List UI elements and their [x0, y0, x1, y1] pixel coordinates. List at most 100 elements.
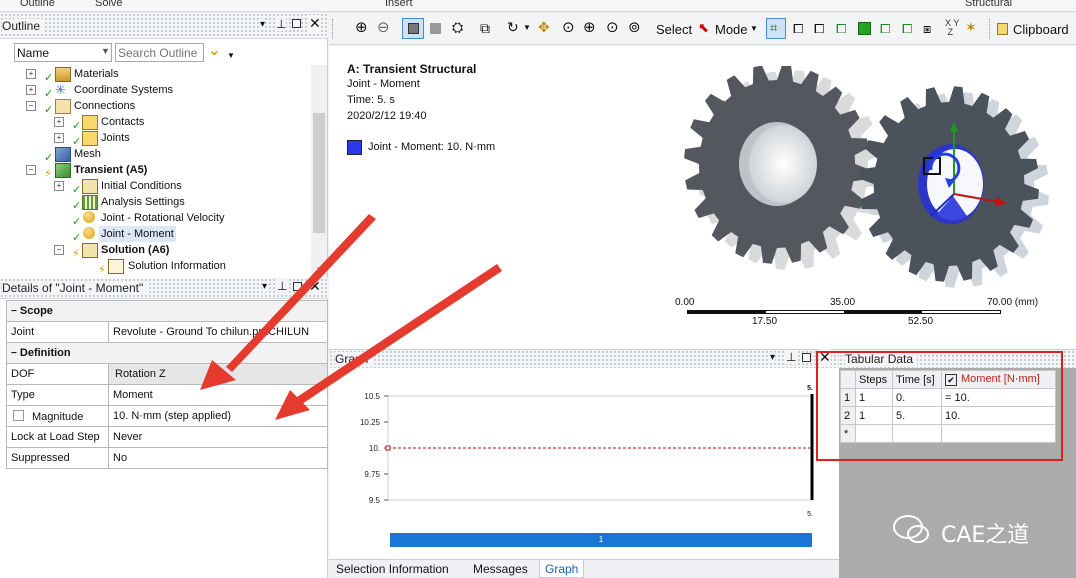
- details-row-joint[interactable]: Joint Revolute - Ground To chilun.prt\CH…: [6, 321, 329, 343]
- outline-filter-dropdown[interactable]: Name ▼: [14, 43, 112, 62]
- joint-value[interactable]: Revolute - Ground To chilun.prt\CHILUN: [107, 321, 329, 343]
- suppressed-value[interactable]: No: [107, 447, 329, 469]
- pin-icon[interactable]: ⊥: [277, 279, 288, 293]
- initial-conditions-icon: [82, 179, 98, 194]
- edge-select-icon[interactable]: ⧠: [793, 21, 803, 37]
- tree-item-joints[interactable]: + ✓ Joints: [0, 130, 310, 148]
- definition-header: Definition: [19, 347, 71, 359]
- node-select-icon[interactable]: ⧆: [923, 21, 931, 37]
- dof-value-text: Rotation Z: [115, 368, 166, 380]
- outline-tree: + ✓ Materials + ✓ ✳ Coordinate Systems − ✓ …: [0, 66, 310, 278]
- wireframe-cube-icon[interactable]: [430, 23, 441, 34]
- pan-icon[interactable]: ✥: [538, 19, 550, 36]
- tree-item-joint-rotational-velocity[interactable]: ✓ Joint - Rotational Velocity: [0, 210, 310, 228]
- step-bar[interactable]: 1: [390, 533, 812, 547]
- rotate-icon[interactable]: ↻: [507, 19, 519, 36]
- chevron-down-icon[interactable]: ⌄: [315, 261, 323, 272]
- details-group-scope[interactable]: − Scope: [5, 300, 329, 322]
- outline-titlebar: Outline ▾ ⊥ ✕: [0, 13, 328, 39]
- geometry-viewport[interactable]: A: Transient Structural Joint - Moment T…: [329, 46, 1076, 349]
- select-geometry-button[interactable]: ⌗: [766, 18, 786, 39]
- body-select-icon[interactable]: ⧠: [836, 21, 846, 37]
- maximize-icon[interactable]: [802, 353, 811, 362]
- tree-item-coordinate-systems[interactable]: + ✓ ✳ Coordinate Systems: [0, 82, 310, 100]
- layout-icon[interactable]: ⧉: [480, 20, 490, 37]
- ribbon-tab-outline[interactable]: Outline: [20, 0, 55, 9]
- tab-selection-information[interactable]: Selection Information: [331, 560, 454, 578]
- filter-options-icon[interactable]: ⌄: [208, 41, 221, 59]
- pin-icon[interactable]: ⊥: [786, 350, 797, 364]
- extend-select-icon[interactable]: ⧠: [880, 21, 890, 37]
- body-highlight-icon[interactable]: [858, 22, 871, 35]
- close-icon[interactable]: ✕: [309, 15, 321, 32]
- ribbon-tab-insert[interactable]: Insert: [385, 0, 413, 9]
- chevron-down-icon[interactable]: ▼: [227, 51, 235, 60]
- viewport-subtitle: Joint - Moment: [347, 78, 420, 90]
- tree-item-solution[interactable]: − ⚡ Solution (A6): [0, 242, 310, 260]
- chevron-down-icon[interactable]: ▾: [262, 281, 268, 292]
- scrollbar-thumb[interactable]: [313, 113, 325, 233]
- wand-icon[interactable]: ✶: [965, 19, 977, 36]
- extend-limit-icon[interactable]: ⧠: [902, 21, 912, 37]
- ribbon-bar: Outline Solve Insert Structural: [0, 0, 1076, 12]
- zoom-in-icon[interactable]: ⊕: [355, 18, 368, 36]
- ribbon-tab-solve[interactable]: Solve: [95, 0, 123, 9]
- lock-value[interactable]: Never: [107, 426, 329, 448]
- y-tick-label: 10.25: [360, 418, 381, 427]
- maximize-icon[interactable]: [293, 282, 302, 291]
- tree-item-initial-conditions[interactable]: + ✓ Initial Conditions: [0, 178, 310, 196]
- parameter-checkbox[interactable]: [13, 409, 24, 421]
- chevron-down-icon[interactable]: ▼: [750, 24, 758, 33]
- details-group-definition[interactable]: − Definition: [5, 342, 329, 364]
- chevron-down-icon[interactable]: ▾: [260, 19, 266, 30]
- tab-messages[interactable]: Messages: [468, 560, 533, 578]
- outline-search-input[interactable]: [115, 43, 204, 62]
- tree-item-contacts[interactable]: + ✓ Contacts: [0, 114, 310, 132]
- details-row-dof[interactable]: DOF Rotation Z: [6, 363, 329, 385]
- y-tick-label: 9.5: [369, 496, 381, 505]
- type-value[interactable]: Moment: [107, 384, 329, 406]
- tree-item-connections[interactable]: − ✓ Connections: [0, 98, 310, 116]
- box-zoom-icon[interactable]: ⛭: [452, 19, 463, 36]
- viewport-time: Time: 5. s: [347, 94, 395, 106]
- shaded-view-button[interactable]: [402, 18, 424, 39]
- xyz-icon[interactable]: X Y Z: [945, 19, 959, 37]
- details-row-lock[interactable]: Lock at Load Step Never: [6, 426, 329, 448]
- chevron-down-icon[interactable]: ▼: [523, 23, 531, 32]
- clipboard-button[interactable]: Clipboard: [1013, 22, 1069, 37]
- zoom-box-icon[interactable]: ⊕: [583, 18, 596, 36]
- zoom-out-icon[interactable]: ⊖: [377, 18, 390, 36]
- details-row-magnitude[interactable]: Magnitude 10. N·mm (step applied): [6, 405, 329, 427]
- toolbar-grip[interactable]: [332, 19, 335, 39]
- toolbar-grip[interactable]: [989, 19, 990, 39]
- cursor-icon[interactable]: ⬉: [698, 20, 709, 36]
- select-button[interactable]: Select: [656, 22, 692, 37]
- close-icon[interactable]: ✕: [309, 278, 321, 295]
- details-row-suppressed[interactable]: Suppressed No: [6, 447, 329, 469]
- chevron-down-icon[interactable]: ▾: [770, 352, 776, 363]
- tab-graph[interactable]: Graph: [539, 560, 585, 578]
- tree-item-transient[interactable]: − ⚡ Transient (A5): [0, 162, 310, 180]
- face-select-icon[interactable]: ⧠: [814, 21, 824, 37]
- scale-label-70: 70.00 (mm): [987, 297, 1039, 308]
- tree-item-joint-moment[interactable]: ✓ Joint - Moment: [0, 226, 310, 244]
- dof-value[interactable]: Rotation Z: [107, 363, 329, 385]
- mode-dropdown[interactable]: Mode: [715, 22, 748, 37]
- gear-model[interactable]: [669, 66, 1076, 296]
- maximize-icon[interactable]: [292, 19, 301, 28]
- tree-item-materials[interactable]: + ✓ Materials: [0, 66, 310, 84]
- outline-scrollbar[interactable]: ⌄: [311, 65, 327, 277]
- tree-item-solution-information[interactable]: ⚡ Solution Information: [0, 258, 310, 276]
- graph-title: Graph: [335, 352, 373, 366]
- zoom-fit-icon[interactable]: ⊙: [606, 18, 619, 36]
- details-row-type[interactable]: Type Moment: [6, 384, 329, 406]
- magnitude-value[interactable]: 10. N·mm (step applied): [107, 405, 329, 427]
- ribbon-tab-structural[interactable]: Structural: [965, 0, 1012, 9]
- zoom-icon[interactable]: ⊙: [562, 18, 575, 36]
- analysis-settings-icon: [82, 195, 98, 210]
- magnifier-icon[interactable]: ⊚: [628, 18, 641, 36]
- tree-item-analysis-settings[interactable]: ✓ Analysis Settings: [0, 194, 310, 212]
- graph-chart[interactable]: 10.5 10.25 10. 9.75 9.5 5. 5.: [329, 368, 839, 536]
- tree-item-mesh[interactable]: ✓ Mesh: [0, 146, 310, 164]
- pin-icon[interactable]: ⊥: [276, 17, 287, 31]
